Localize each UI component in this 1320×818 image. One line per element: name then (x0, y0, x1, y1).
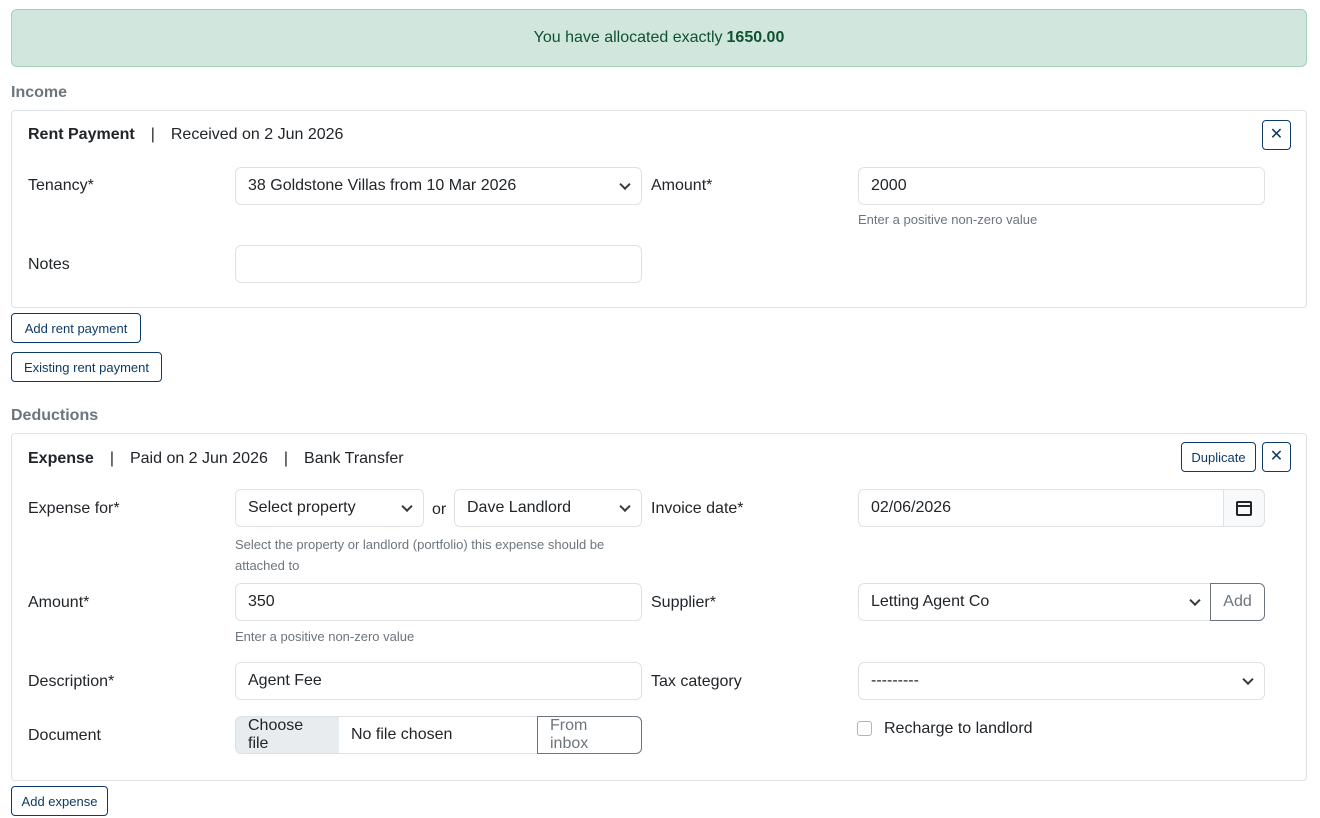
tenancy-select[interactable]: 38 Goldstone Villas from 10 Mar 2026 (235, 167, 642, 205)
header-separator: | (150, 126, 155, 143)
payment-method: Bank Transfer (304, 450, 404, 467)
allocation-alert: You have allocated exactly 1650.00 (11, 9, 1307, 67)
alert-text: You have allocated exactly (533, 29, 723, 46)
property-select[interactable]: Select property (235, 489, 424, 527)
remove-rent-payment-button[interactable]: ✕ (1262, 120, 1291, 150)
remove-expense-button[interactable]: ✕ (1262, 442, 1291, 472)
chevron-down-icon (401, 500, 413, 513)
amount-label: Amount* (651, 177, 713, 194)
existing-rent-payment-button[interactable]: Existing rent payment (11, 352, 162, 382)
recharge-label: Recharge to landlord (884, 720, 1033, 737)
rent-amount-help: Enter a positive non-zero value (858, 212, 1038, 227)
landlord-select[interactable]: Dave Landlord (454, 489, 642, 527)
add-expense-button[interactable]: Add expense (11, 786, 108, 816)
notes-label: Notes (28, 256, 70, 273)
tax-category-label: Tax category (651, 673, 742, 690)
expense-amount-label: Amount* (28, 594, 90, 611)
expense-title: Expense (28, 450, 94, 467)
rent-payment-title: Rent Payment (28, 126, 135, 143)
duplicate-expense-button[interactable]: Duplicate (1181, 442, 1256, 472)
tenancy-label: Tenancy* (28, 177, 94, 194)
add-rent-payment-button[interactable]: Add rent payment (11, 313, 141, 343)
supplier-select[interactable]: Letting Agent Co (858, 583, 1212, 621)
invoice-date-input[interactable]: 02/06/2026 (858, 489, 1225, 527)
rent-payment-header: Rent Payment | Received on 2 Jun 2026 (28, 125, 343, 145)
expense-amount-value: 350 (248, 593, 275, 610)
close-icon: ✕ (1269, 448, 1284, 465)
tenancy-value: 38 Goldstone Villas from 10 Mar 2026 (248, 177, 517, 194)
paid-date: Paid on 2 Jun 2026 (129, 450, 268, 467)
document-label: Document (28, 727, 101, 744)
income-section-label: Income (11, 84, 68, 101)
description-textarea[interactable]: Agent Fee (235, 662, 642, 700)
invoice-date-label: Invoice date* (651, 500, 744, 517)
header-separator: | (109, 450, 114, 467)
tax-category-value: --------- (871, 672, 919, 689)
expense-card: Expense | Paid on 2 Jun 2026 | Bank Tran… (11, 433, 1307, 781)
expense-for-label: Expense for* (28, 500, 120, 517)
chevron-down-icon (1189, 594, 1201, 607)
file-name-display: No file chosen (339, 716, 538, 754)
notes-input[interactable] (235, 245, 642, 283)
deductions-section-label: Deductions (11, 407, 99, 424)
rent-amount-value: 2000 (871, 177, 907, 194)
chevron-down-icon (619, 178, 631, 191)
choose-file-button[interactable]: Choose file (235, 716, 340, 754)
received-date: Received on 2 Jun 2026 (170, 126, 344, 143)
supplier-value: Letting Agent Co (871, 593, 990, 610)
rent-amount-input[interactable]: 2000 (858, 167, 1265, 205)
expense-for-help: Select the property or landlord (portfol… (235, 537, 605, 573)
supplier-label: Supplier* (651, 594, 716, 611)
add-supplier-button[interactable]: Add (1210, 583, 1265, 621)
description-value: Agent Fee (248, 672, 322, 689)
expense-header: Expense | Paid on 2 Jun 2026 | Bank Tran… (28, 449, 404, 469)
alert-amount: 1650.00 (726, 29, 785, 46)
recharge-checkbox[interactable] (857, 721, 872, 736)
expense-amount-help: Enter a positive non-zero value (235, 629, 415, 644)
header-separator: | (283, 450, 289, 467)
or-text: or (432, 501, 447, 518)
close-icon: ✕ (1269, 126, 1284, 143)
calendar-button[interactable] (1223, 489, 1265, 527)
property-select-value: Select property (248, 499, 356, 516)
invoice-date-value: 02/06/2026 (871, 499, 952, 516)
from-inbox-button[interactable]: From inbox (537, 716, 642, 754)
tax-category-select[interactable]: --------- (858, 662, 1265, 700)
rent-payment-card: Rent Payment | Received on 2 Jun 2026 ✕ … (11, 110, 1307, 308)
expense-amount-input[interactable]: 350 (235, 583, 642, 621)
chevron-down-icon (619, 500, 631, 513)
chevron-down-icon (1242, 673, 1254, 686)
landlord-select-value: Dave Landlord (467, 499, 572, 516)
description-label: Description* (28, 673, 115, 690)
calendar-icon (1236, 500, 1252, 516)
